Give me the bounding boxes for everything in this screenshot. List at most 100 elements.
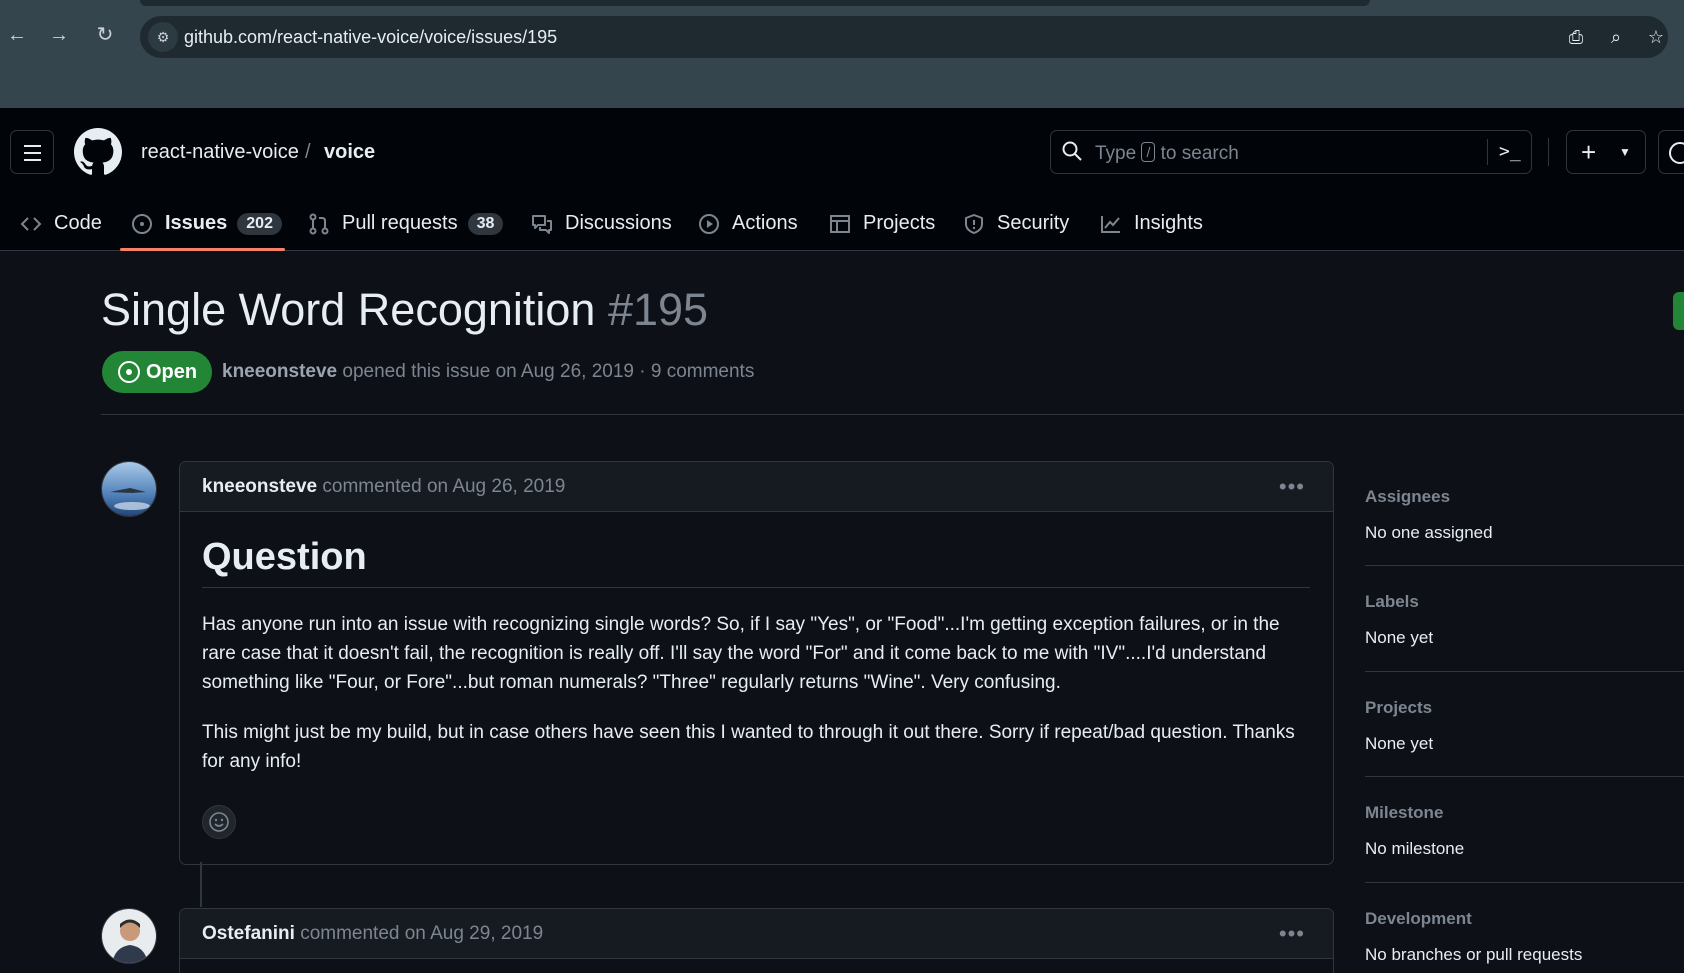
tab-actions-label: Actions — [732, 212, 798, 234]
site-info-icon[interactable]: ⚙ — [148, 22, 178, 52]
search-input[interactable]: Type / to search >_ — [1050, 130, 1532, 174]
sidebar-assignees-value: No one assigned — [1365, 523, 1493, 542]
comment-card: kneeonsteve commented on Aug 26, 2019 ••… — [179, 461, 1334, 865]
url-text[interactable]: github.com/react-native-voice/voice/issu… — [184, 27, 557, 48]
bookmark-star-icon[interactable]: ☆ — [1644, 26, 1668, 48]
comment-author: Ostefanini commented on Aug 29, 2019 — [202, 923, 543, 945]
browser-chrome: ← → ↻ ⚙ github.com/react-native-voice/vo… — [0, 0, 1684, 108]
tab-discussions-label: Discussions — [565, 212, 672, 234]
github-header: react-native-voice / voice Type / to sea… — [0, 108, 1684, 251]
github-logo-icon[interactable] — [74, 128, 122, 176]
repo-nav: Code Issues 202 Pull requests 38 Discuss… — [0, 196, 1684, 251]
tab-pull-requests-label: Pull requests — [342, 212, 458, 234]
your-issues-button[interactable] — [1658, 130, 1684, 174]
hamburger-icon-bar — [24, 152, 41, 154]
search-placeholder-suffix: to search — [1160, 143, 1239, 164]
sidebar-development-value: No branches or pull requests — [1365, 945, 1583, 964]
issue-meta-text: opened this issue on Aug 26, 2019 · 9 co… — [342, 361, 755, 382]
zoom-icon[interactable]: ⌕ — [1604, 26, 1628, 48]
add-reaction-button[interactable] — [202, 805, 236, 839]
install-app-icon[interactable]: ⎙ — [1564, 26, 1588, 48]
breadcrumb-separator: / — [305, 141, 311, 163]
chevron-down-icon: ▼ — [1619, 145, 1631, 159]
create-new-button[interactable]: + ▼ — [1566, 130, 1646, 174]
comment-body: Question Has anyone run into an issue wi… — [202, 536, 1310, 776]
sidebar-divider — [1365, 776, 1684, 777]
sidebar-projects-value: None yet — [1365, 734, 1434, 753]
sidebar-divider — [1365, 565, 1684, 566]
issue-title-text: Single Word Recognition — [101, 284, 596, 335]
comment-header: kneeonsteve commented on Aug 26, 2019 ••… — [180, 462, 1333, 512]
sidebar-labels-title[interactable]: Labels — [1365, 592, 1419, 612]
tab-strip — [140, 0, 1370, 6]
tab-issues[interactable]: Issues 202 — [131, 196, 282, 251]
comment-discussion-icon — [532, 214, 552, 234]
forward-arrow-icon[interactable]: → — [46, 22, 72, 48]
back-arrow-icon[interactable]: ← — [4, 22, 30, 48]
comment-heading: Question — [202, 536, 1310, 588]
avatar-image — [102, 462, 156, 516]
sidebar-projects-title[interactable]: Projects — [1365, 698, 1432, 718]
more-options-icon[interactable]: ••• — [1279, 474, 1305, 500]
status-badge: Open — [102, 351, 212, 393]
active-tab-indicator — [120, 248, 285, 251]
reload-icon[interactable]: ↻ — [92, 22, 118, 48]
repo-owner-link[interactable]: react-native-voice — [141, 141, 299, 164]
slash-key-hint: / — [1141, 142, 1156, 162]
issue-meta: kneeonsteve opened this issue on Aug 26,… — [222, 361, 754, 383]
issue-opened-icon — [118, 361, 140, 383]
code-icon — [20, 216, 42, 231]
issue-circle-icon — [1669, 142, 1684, 164]
search-placeholder: Type / to search — [1095, 142, 1239, 165]
play-icon — [699, 213, 719, 234]
menu-button[interactable] — [10, 130, 54, 174]
issue-author-link[interactable]: kneeonsteve — [222, 361, 337, 382]
repo-name-link[interactable]: voice — [324, 141, 375, 164]
avatar[interactable] — [101, 461, 157, 517]
comment-date[interactable]: commented on Aug 26, 2019 — [322, 476, 565, 497]
comment-date[interactable]: commented on Aug 29, 2019 — [300, 923, 543, 944]
issue-opened-icon — [132, 213, 152, 234]
comment-paragraph: Has anyone run into an issue with recogn… — [202, 614, 1280, 693]
tab-discussions[interactable]: Discussions — [531, 196, 672, 251]
new-issue-button-edge[interactable] — [1673, 292, 1684, 330]
sidebar-divider — [1365, 671, 1684, 672]
sidebar-development-title[interactable]: Development — [1365, 909, 1472, 929]
tab-actions[interactable]: Actions — [698, 196, 798, 251]
tab-projects[interactable]: Projects — [829, 196, 935, 251]
search-icon — [1062, 141, 1082, 161]
avatar-image — [102, 909, 156, 963]
avatar[interactable] — [101, 908, 157, 964]
tab-insights-label: Insights — [1134, 212, 1203, 234]
shield-icon — [965, 213, 983, 234]
sidebar-assignees-title[interactable]: Assignees — [1365, 487, 1450, 507]
pulls-count-badge: 38 — [467, 212, 504, 235]
comment-header: Ostefanini commented on Aug 29, 2019 ••• — [180, 909, 1333, 959]
tab-pull-requests[interactable]: Pull requests 38 — [308, 196, 504, 251]
graph-icon — [1101, 215, 1120, 233]
header-divider — [1548, 138, 1549, 166]
git-pull-request-icon — [309, 213, 329, 234]
tab-security[interactable]: Security — [963, 196, 1069, 251]
page-title: Single Word Recognition #195 — [101, 284, 708, 336]
command-palette-icon[interactable]: >_ — [1499, 140, 1523, 164]
status-badge-label: Open — [146, 361, 198, 383]
more-options-icon[interactable]: ••• — [1279, 921, 1305, 947]
address-bar[interactable]: ⚙ github.com/react-native-voice/voice/is… — [140, 16, 1668, 58]
plus-icon: + — [1581, 137, 1597, 167]
tab-projects-label: Projects — [863, 212, 936, 234]
table-icon — [830, 214, 850, 233]
divider — [101, 414, 1684, 415]
sidebar-milestone-value: No milestone — [1365, 839, 1465, 858]
tab-code-label: Code — [54, 212, 102, 234]
sidebar-divider — [1365, 882, 1684, 883]
tab-code[interactable]: Code — [20, 196, 102, 251]
sidebar-milestone-title[interactable]: Milestone — [1365, 803, 1443, 823]
hamburger-icon — [24, 145, 41, 147]
search-divider — [1487, 139, 1488, 165]
hamburger-icon-bar — [24, 159, 41, 161]
comment-author-link[interactable]: Ostefanini — [202, 923, 295, 944]
comment-author-link[interactable]: kneeonsteve — [202, 476, 317, 497]
smiley-icon — [209, 812, 229, 832]
tab-insights[interactable]: Insights — [1100, 196, 1203, 251]
